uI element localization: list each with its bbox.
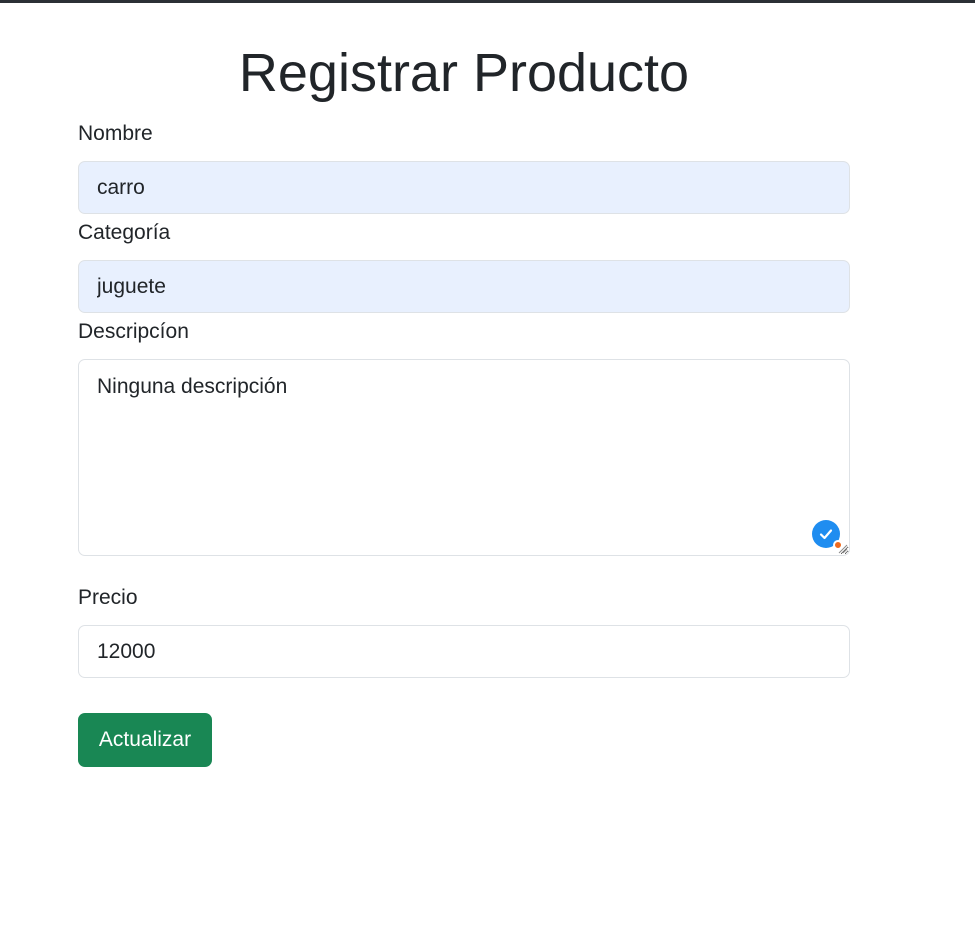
precio-label: Precio xyxy=(78,586,138,609)
actualizar-button[interactable]: Actualizar xyxy=(78,713,212,767)
check-icon xyxy=(819,529,833,540)
window-top-border xyxy=(0,0,975,3)
descripcion-textarea[interactable]: Ninguna descripción xyxy=(78,359,850,556)
nombre-label: Nombre xyxy=(78,122,153,145)
descripcion-label: Descripcíon xyxy=(78,320,189,343)
resize-grip-icon[interactable] xyxy=(836,542,848,554)
precio-input[interactable] xyxy=(78,625,850,678)
nombre-input[interactable] xyxy=(78,161,850,214)
categoria-input[interactable] xyxy=(78,260,850,313)
page-title: Registrar Producto xyxy=(238,43,690,103)
categoria-label: Categoría xyxy=(78,221,171,244)
